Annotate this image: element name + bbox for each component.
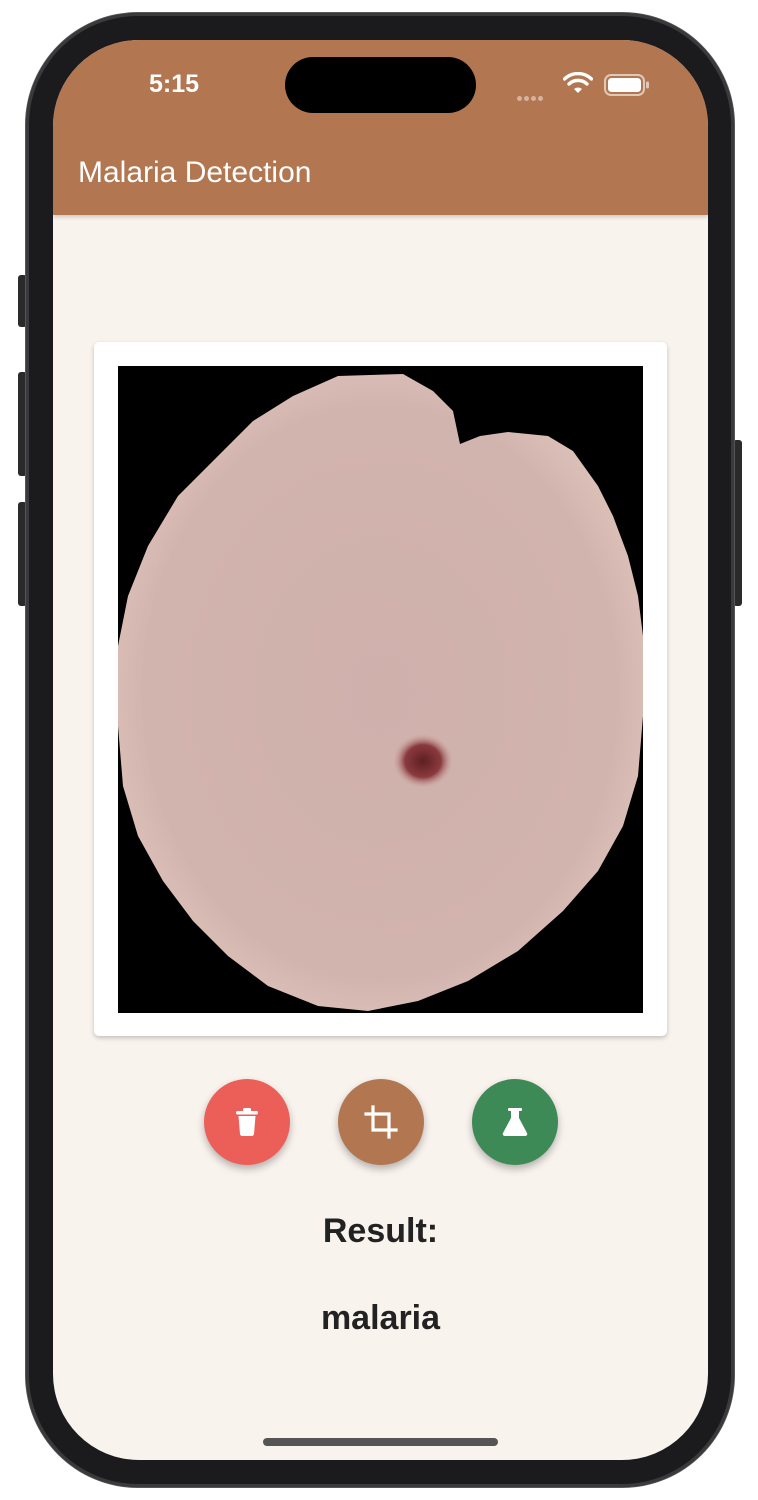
phone-device: 5:15 Malaria Detection Result: malaria [0, 0, 758, 1500]
home-indicator[interactable] [263, 1438, 498, 1446]
action-buttons [53, 1079, 708, 1169]
wifi-icon [563, 72, 593, 93]
app-title: Malaria Detection [78, 156, 312, 189]
dynamic-island [285, 57, 476, 113]
flask-icon [502, 1108, 528, 1137]
result-label: Result: [322, 1212, 439, 1250]
app-screen: 5:15 Malaria Detection Result: malaria [53, 40, 708, 1460]
blood-cell-image [118, 366, 643, 1013]
image-card [94, 342, 667, 1036]
crop-button[interactable] [338, 1079, 424, 1165]
parasite-spot [393, 734, 453, 788]
cellular-signal-icon [517, 88, 551, 101]
crop-icon [364, 1105, 398, 1139]
status-time: 5:15 [149, 70, 200, 98]
battery-icon [604, 74, 649, 96]
blood-cell-picture [118, 366, 643, 1013]
app-bar: 5:15 Malaria Detection [53, 40, 708, 215]
trash-icon [236, 1108, 258, 1137]
power-button [733, 440, 742, 606]
detect-button[interactable] [472, 1079, 558, 1165]
delete-button[interactable] [204, 1079, 290, 1165]
result-value: malaria [320, 1299, 441, 1337]
